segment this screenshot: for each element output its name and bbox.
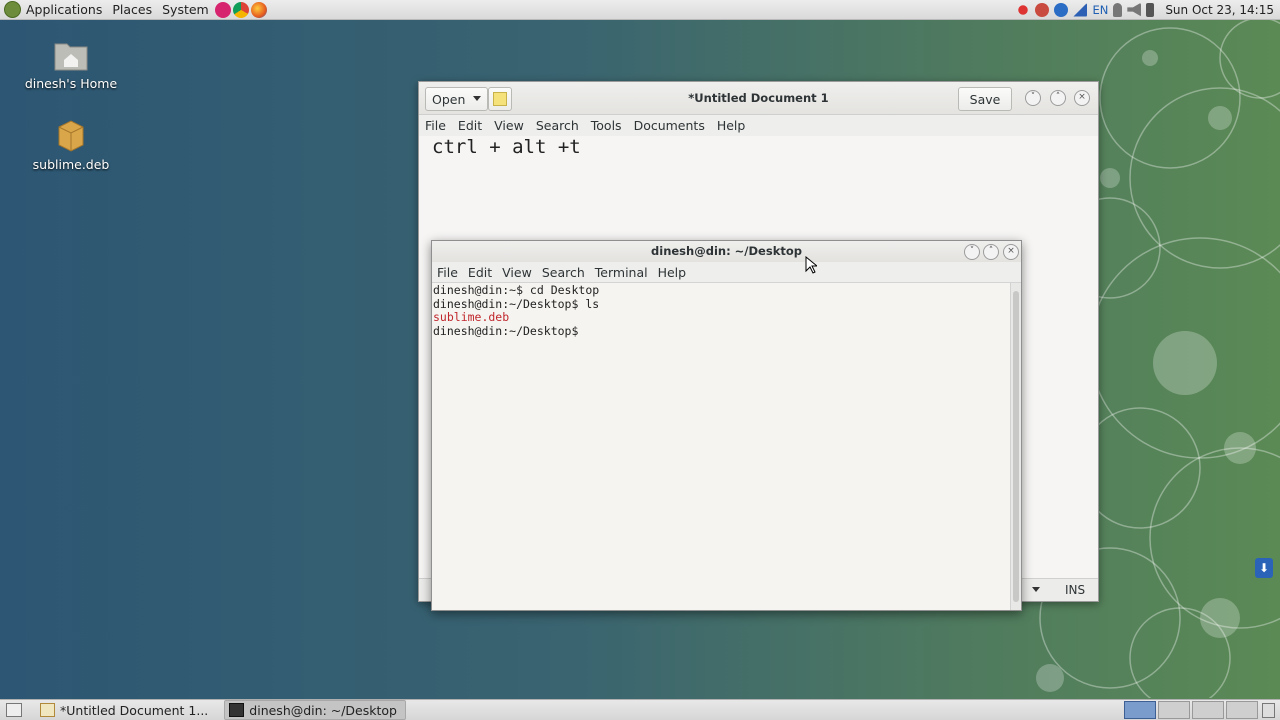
recorder-app-icon[interactable] (1035, 2, 1050, 17)
text-editor-icon (40, 703, 55, 717)
maximize-icon[interactable]: ˄ (1050, 90, 1066, 106)
terminal-icon (229, 703, 245, 717)
chrome-icon[interactable] (232, 1, 249, 18)
terminal-titlebar[interactable]: dinesh@din: ~/Desktop ˅ ˄ × (432, 241, 1021, 262)
desktop-icon-sublime-deb[interactable]: sublime.deb (16, 119, 126, 172)
applications-menu[interactable]: Applications (21, 2, 107, 17)
maximize-icon[interactable]: ˄ (983, 244, 999, 260)
minimize-icon[interactable]: ˅ (1025, 90, 1041, 106)
places-menu[interactable]: Places (107, 2, 157, 17)
clock[interactable]: Sun Oct 23, 14:15 (1165, 3, 1274, 17)
volume-icon[interactable] (1127, 2, 1142, 17)
gedit-menu-edit[interactable]: Edit (452, 118, 488, 133)
terminal-line: dinesh@din:~/Desktop$ ls (433, 296, 600, 311)
taskbar-item-terminal-label: dinesh@din: ~/Desktop (249, 702, 397, 718)
bottom-panel: *Untitled Document 1... dinesh@din: ~/De… (0, 699, 1280, 720)
terminal-line-file: sublime.deb (433, 310, 510, 325)
terminal-menu-edit[interactable]: Edit (463, 265, 497, 280)
microphone-icon[interactable] (1113, 2, 1123, 17)
gedit-menu-tools[interactable]: Tools (585, 118, 628, 133)
gedit-menu-file[interactable]: File (419, 118, 452, 133)
gedit-menu-search[interactable]: Search (530, 118, 585, 133)
desktop-icon-home[interactable]: dinesh's Home (16, 38, 126, 91)
bluetooth-icon[interactable] (1054, 2, 1069, 17)
terminal-output[interactable]: dinesh@din:~$ cd Desktop dinesh@din:~/Des… (433, 283, 1010, 610)
minimize-icon[interactable]: ˅ (964, 244, 980, 260)
mouse-pointer-icon (805, 256, 817, 274)
close-icon[interactable]: × (1003, 244, 1019, 260)
gedit-document-text[interactable]: ctrl + alt +t (432, 136, 581, 158)
terminal-title: dinesh@din: ~/Desktop (651, 244, 802, 258)
save-button[interactable]: Save (958, 87, 1012, 111)
download-indicator-icon[interactable]: ⬇ (1255, 558, 1273, 578)
home-folder-icon (53, 38, 89, 72)
record-icon[interactable] (1016, 2, 1031, 17)
terminal-menu-search[interactable]: Search (537, 265, 590, 280)
top-panel: Applications Places System EN Sun Oct 23… (0, 0, 1280, 20)
terminal-menubar: File Edit View Search Terminal Help (432, 262, 1021, 283)
system-menu[interactable]: System (157, 2, 214, 17)
terminal-menu-terminal[interactable]: Terminal (590, 265, 653, 280)
workspace-2[interactable] (1158, 701, 1190, 719)
taskbar-item-gedit-label: *Untitled Document 1... (60, 702, 209, 718)
show-desktop-icon[interactable] (6, 703, 22, 717)
gedit-menu-documents[interactable]: Documents (628, 118, 711, 133)
network-icon[interactable] (1073, 2, 1088, 17)
terminal-menu-view[interactable]: View (497, 265, 537, 280)
trash-icon[interactable] (1262, 703, 1275, 718)
workspace-1[interactable] (1124, 701, 1156, 719)
insert-mode-indicator: INS (1065, 583, 1086, 597)
system-tray: EN Sun Oct 23, 14:15 (1016, 0, 1280, 19)
taskbar-item-gedit[interactable]: *Untitled Document 1... (36, 701, 216, 719)
gedit-menu-help[interactable]: Help (711, 118, 752, 133)
package-icon (53, 119, 89, 153)
desktop-icon-home-label: dinesh's Home (24, 76, 118, 91)
close-icon[interactable]: × (1074, 90, 1090, 106)
terminal-menu-help[interactable]: Help (653, 265, 692, 280)
firefox-icon[interactable] (250, 1, 267, 18)
desktop-icon-sublime-label: sublime.deb (32, 157, 110, 172)
workspace-3[interactable] (1192, 701, 1224, 719)
terminal-line: dinesh@din:~$ cd Desktop (433, 283, 600, 297)
taskbar-item-terminal[interactable]: dinesh@din: ~/Desktop (224, 700, 406, 720)
distro-logo-icon[interactable] (4, 1, 21, 18)
statusbar-dropdown-icon[interactable] (1032, 587, 1040, 592)
keyboard-layout-indicator[interactable]: EN (1092, 3, 1108, 17)
terminal-prompt: dinesh@din:~/Desktop$ (433, 323, 579, 338)
gedit-menubar: File Edit View Search Tools Documents He… (419, 115, 1098, 136)
gedit-menu-view[interactable]: View (488, 118, 530, 133)
launcher-pink-icon[interactable] (214, 1, 231, 18)
gedit-headerbar: Open *Untitled Document 1 Save ˅ ˄ × (419, 82, 1098, 115)
battery-icon[interactable] (1146, 2, 1155, 17)
scrollbar-thumb[interactable] (1013, 291, 1019, 602)
terminal-scrollbar[interactable] (1010, 283, 1021, 610)
terminal-menu-file[interactable]: File (432, 265, 463, 280)
workspace-switcher[interactable] (1124, 701, 1258, 719)
workspace-4[interactable] (1226, 701, 1258, 719)
terminal-window: dinesh@din: ~/Desktop ˅ ˄ × File Edit Vi… (431, 240, 1022, 611)
